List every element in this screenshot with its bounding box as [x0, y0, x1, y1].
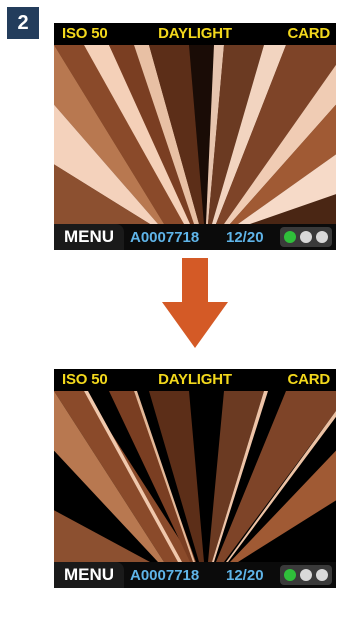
- white-balance-indicator: DAYLIGHT: [158, 371, 232, 388]
- menu-button[interactable]: MENU: [54, 224, 124, 250]
- file-name: A0007718: [130, 229, 200, 246]
- info-bar: MENU A0007718 12/20: [54, 224, 336, 250]
- status-bar: ISO 50 DAYLIGHT CARD: [54, 23, 336, 45]
- file-name: A0007718: [130, 567, 200, 584]
- battery-dot-1: [284, 569, 296, 581]
- menu-button[interactable]: MENU: [54, 562, 124, 588]
- white-balance-indicator: DAYLIGHT: [158, 25, 232, 42]
- live-view-image-highlight-warning: [54, 391, 336, 562]
- live-view-image: [54, 45, 336, 224]
- battery-dot-1: [284, 231, 296, 243]
- battery-indicator-icon: [280, 565, 332, 585]
- camera-display-after: ISO 50 DAYLIGHT CARD MENU A0007718 12/20: [54, 369, 336, 588]
- storage-indicator: CARD: [287, 371, 330, 388]
- battery-dot-2: [300, 569, 312, 581]
- battery-dot-3: [316, 231, 328, 243]
- camera-display-before: ISO 50 DAYLIGHT CARD MENU A0007718 12/20: [54, 23, 336, 250]
- down-arrow-icon: [162, 258, 228, 348]
- battery-indicator-icon: [280, 227, 332, 247]
- frame-counter: 12/20: [226, 229, 264, 246]
- step-number-badge: 2: [7, 7, 39, 39]
- storage-indicator: CARD: [287, 25, 330, 42]
- iso-indicator: ISO 50: [62, 25, 108, 42]
- battery-dot-3: [316, 569, 328, 581]
- status-bar: ISO 50 DAYLIGHT CARD: [54, 369, 336, 391]
- battery-dot-2: [300, 231, 312, 243]
- info-bar: MENU A0007718 12/20: [54, 562, 336, 588]
- frame-counter: 12/20: [226, 567, 264, 584]
- iso-indicator: ISO 50: [62, 371, 108, 388]
